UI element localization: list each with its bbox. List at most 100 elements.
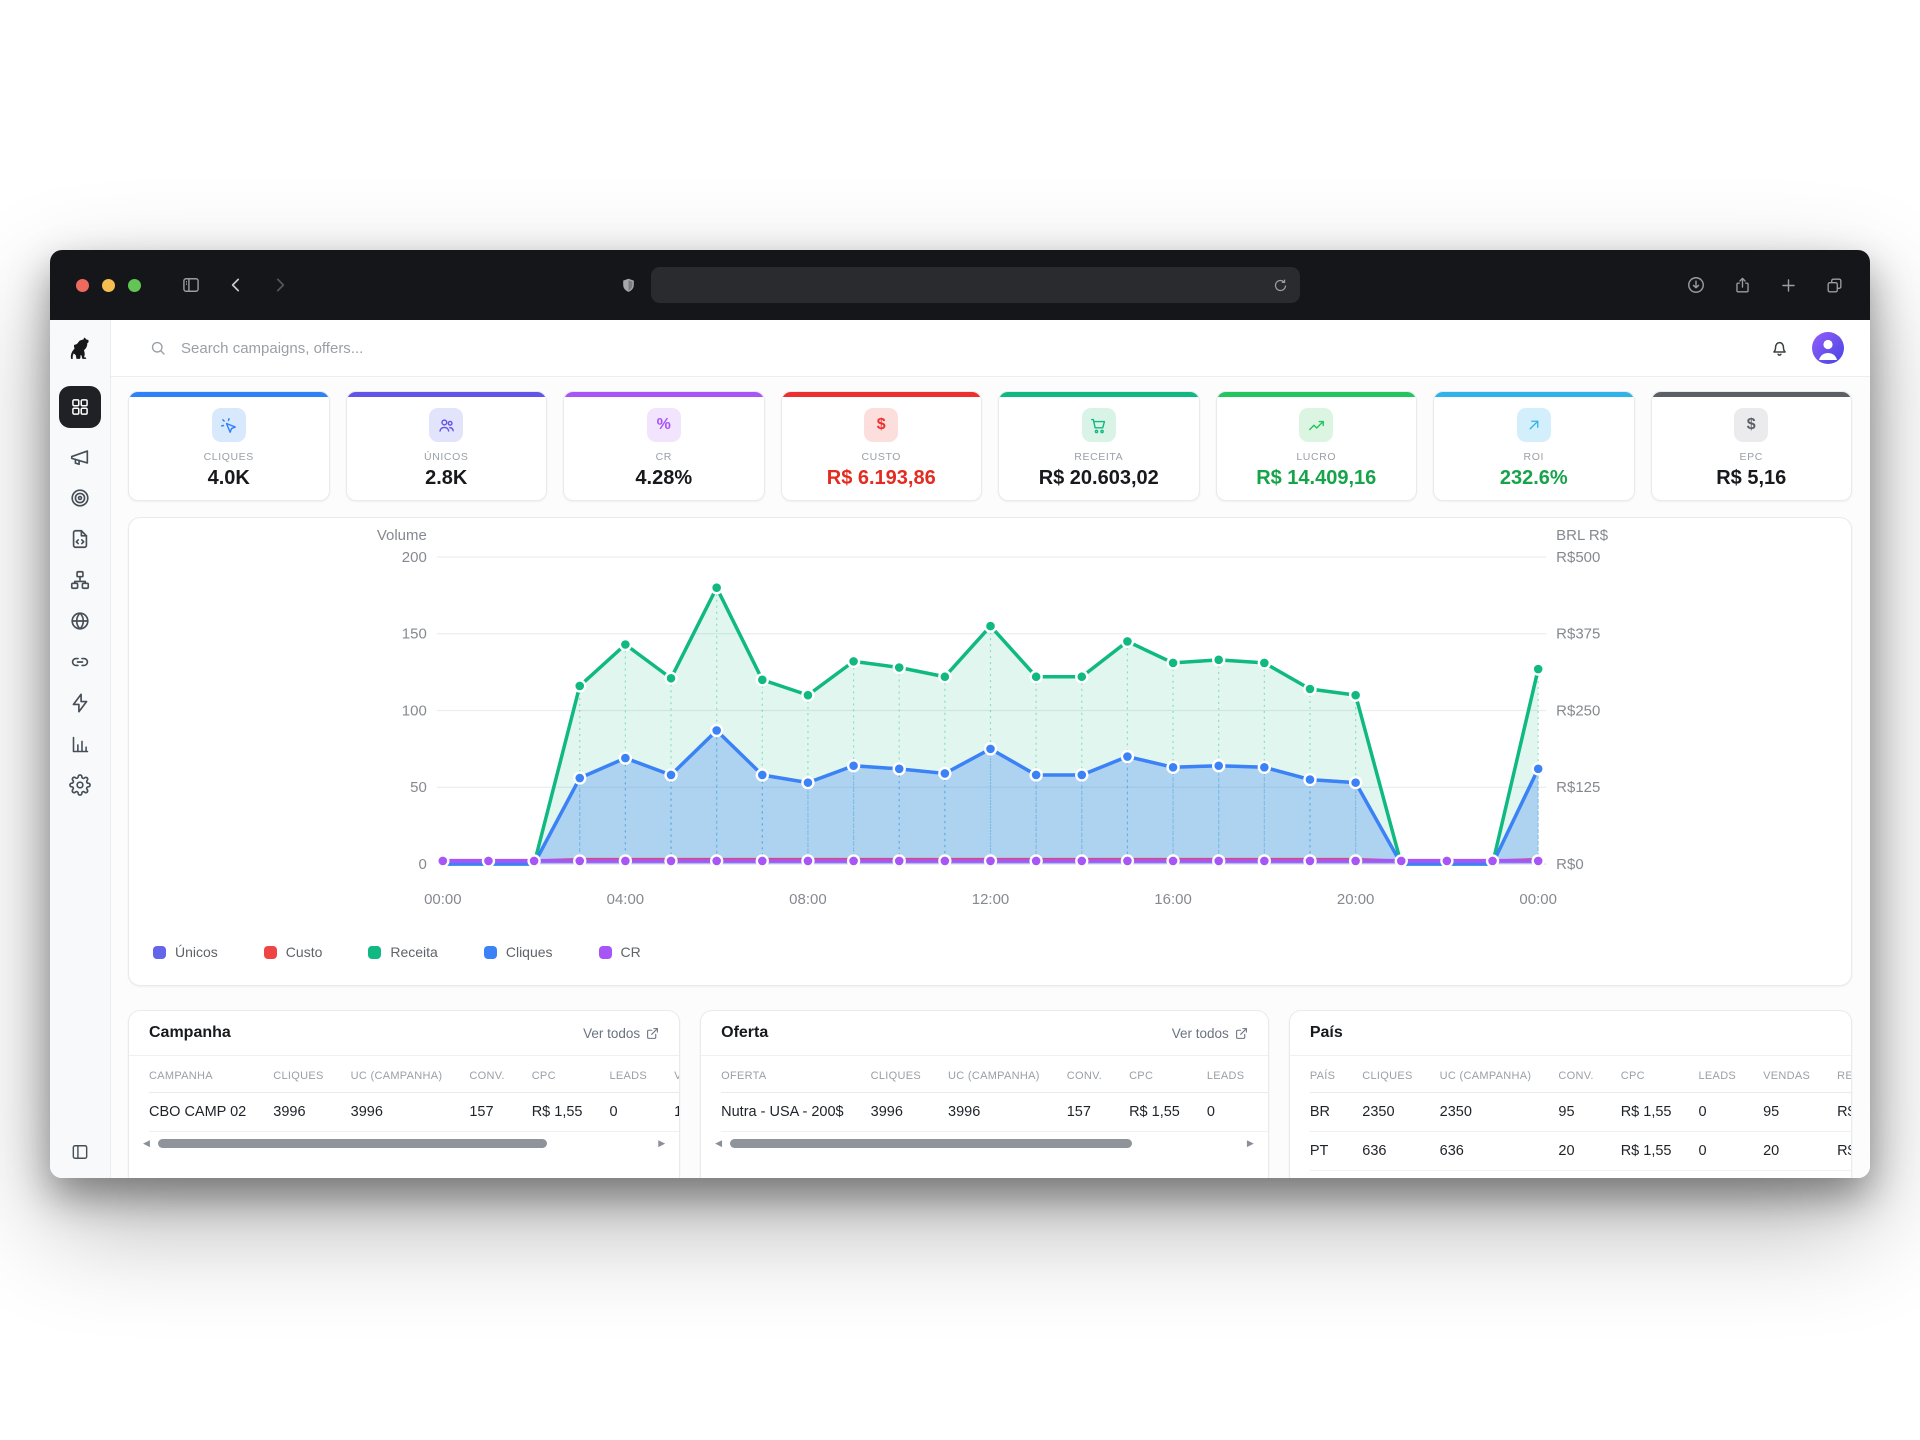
legend-item: Receita [368, 944, 437, 960]
sidebar-item-dashboard-grid[interactable] [59, 386, 101, 428]
kpi-label: RECEITA [1074, 451, 1123, 463]
legend-label: Custo [286, 944, 323, 960]
svg-text:R$0: R$0 [1556, 856, 1583, 873]
column-header: RECEITA (CO [1837, 1056, 1851, 1093]
bell-icon[interactable] [1769, 338, 1790, 359]
svg-text:20:00: 20:00 [1337, 891, 1374, 908]
sidebar-item-zap[interactable] [67, 691, 93, 715]
kpi-card-epc: $ EPC R$ 5,16 [1651, 391, 1853, 501]
table-title: Campanha [149, 1024, 231, 1042]
svg-text:16:00: 16:00 [1154, 891, 1191, 908]
chart-legend: Únicos Custo Receita Cliques CR [129, 926, 1851, 960]
sidebar-item-bar-chart[interactable] [67, 732, 93, 756]
bar-chart-icon [70, 734, 91, 755]
sidebar-item-megaphone[interactable] [67, 445, 93, 469]
gear-icon [69, 774, 91, 796]
svg-text:50: 50 [410, 779, 427, 796]
column-header: CONV. [1558, 1056, 1620, 1093]
users-icon [429, 408, 463, 442]
target-icon [69, 487, 91, 509]
tabs-icon[interactable] [1825, 276, 1844, 295]
external-link-icon [1235, 1027, 1248, 1040]
search-input[interactable] [179, 339, 603, 358]
sidebar-item-gear[interactable] [67, 773, 93, 797]
kpi-value: 4.0K [208, 467, 250, 490]
forward-icon[interactable] [271, 276, 289, 294]
kpi-label: ÚNICOS [424, 451, 468, 463]
legend-chip [368, 946, 381, 959]
dashboard-grid-icon [70, 397, 90, 417]
sidebar-item-target[interactable] [67, 486, 93, 510]
app-logo[interactable] [50, 320, 110, 376]
column-header: LEADS [609, 1056, 674, 1093]
browser-titlebar [50, 250, 1870, 320]
avatar[interactable] [1812, 332, 1844, 364]
search-bar[interactable] [149, 339, 1769, 358]
svg-text:150: 150 [402, 626, 427, 643]
table-row: BR2350235095R$ 1,55095R$ 9.288,09 [1310, 1093, 1851, 1132]
back-icon[interactable] [227, 276, 245, 294]
zoom-button[interactable] [128, 279, 141, 292]
kpi-label: CUSTO [861, 451, 901, 463]
volume-chart[interactable]: 200R$500150R$375100R$25050R$1250R$0Volum… [129, 518, 1851, 926]
column-header: VENDAS [1763, 1056, 1837, 1093]
sidebar-item-file-code[interactable] [67, 527, 93, 551]
panel-left-icon[interactable] [67, 1140, 93, 1164]
scroll-left-icon[interactable]: ◀ [143, 1139, 150, 1148]
kpi-card-cliques: CLIQUES 4.0K [128, 391, 330, 501]
kpi-value: R$ 14.409,16 [1256, 467, 1376, 490]
table-row: CBO CAMP 0239963996157R$ 1,550157R [149, 1093, 679, 1132]
kpi-card-receita: RECEITA R$ 20.603,02 [998, 391, 1200, 501]
table-row: Nutra - USA - 200$39963996157R$ 1,550157 [721, 1093, 1268, 1132]
sidebar-item-globe[interactable] [67, 609, 93, 633]
hierarchy-icon [69, 569, 91, 591]
url-input[interactable] [663, 276, 1273, 294]
scroll-right-icon[interactable]: ▶ [658, 1139, 665, 1148]
table-title: País [1310, 1024, 1343, 1042]
app-topbar [111, 320, 1870, 377]
traffic-lights [76, 279, 141, 292]
svg-text:00:00: 00:00 [424, 891, 461, 908]
ver-todos-link[interactable]: Ver todos [1172, 1026, 1248, 1041]
kpi-label: EPC [1740, 451, 1763, 463]
chart-card: 200R$500150R$375100R$25050R$1250R$0Volum… [128, 517, 1852, 986]
share-icon[interactable] [1733, 276, 1752, 295]
sidebar-item-hierarchy[interactable] [67, 568, 93, 592]
close-button[interactable] [76, 279, 89, 292]
svg-text:R$125: R$125 [1556, 779, 1600, 796]
new-tab-icon[interactable] [1779, 276, 1798, 295]
horizontal-scrollbar: ◀ ▶ [143, 1135, 665, 1151]
kpi-label: CR [656, 451, 672, 463]
arrow-up-right-icon [1517, 408, 1551, 442]
svg-text:08:00: 08:00 [789, 891, 826, 908]
kpi-card-lucro: LUCRO R$ 14.409,16 [1216, 391, 1418, 501]
table-row: PT63663620R$ 1,55020R$ 3.484,10 [1310, 1132, 1851, 1171]
svg-text:R$250: R$250 [1556, 702, 1600, 719]
kpi-card-únicos: ÚNICOS 2.8K [346, 391, 548, 501]
url-bar[interactable] [651, 267, 1300, 303]
ver-todos-link[interactable]: Ver todos [583, 1026, 659, 1041]
download-icon[interactable] [1686, 275, 1706, 295]
globe-icon [69, 610, 91, 632]
scrollbar-thumb[interactable] [730, 1139, 1132, 1148]
svg-text:0: 0 [418, 856, 426, 873]
svg-text:04:00: 04:00 [607, 891, 644, 908]
kpi-label: LUCRO [1296, 451, 1336, 463]
legend-chip [264, 946, 277, 959]
column-header: CONV. [469, 1056, 531, 1093]
column-header: OFERTA [721, 1056, 871, 1093]
legend-item: Custo [264, 944, 323, 960]
scroll-left-icon[interactable]: ◀ [715, 1139, 722, 1148]
horizontal-scrollbar: ◀ ▶ [715, 1135, 1254, 1151]
scrollbar-thumb[interactable] [158, 1139, 547, 1148]
sidebar-toggle-icon[interactable] [181, 275, 201, 295]
sidebar-nav [59, 386, 101, 797]
column-header: LEADS [1207, 1056, 1268, 1093]
sidebar-item-link[interactable] [67, 650, 93, 674]
shield-icon[interactable] [620, 276, 637, 295]
browser-window: CLIQUES 4.0K ÚNICOS 2.8K % CR 4.28% $ CU… [50, 250, 1870, 1178]
refresh-icon[interactable] [1273, 278, 1288, 293]
minimize-button[interactable] [102, 279, 115, 292]
trend-up-icon [1299, 408, 1333, 442]
scroll-right-icon[interactable]: ▶ [1247, 1139, 1254, 1148]
